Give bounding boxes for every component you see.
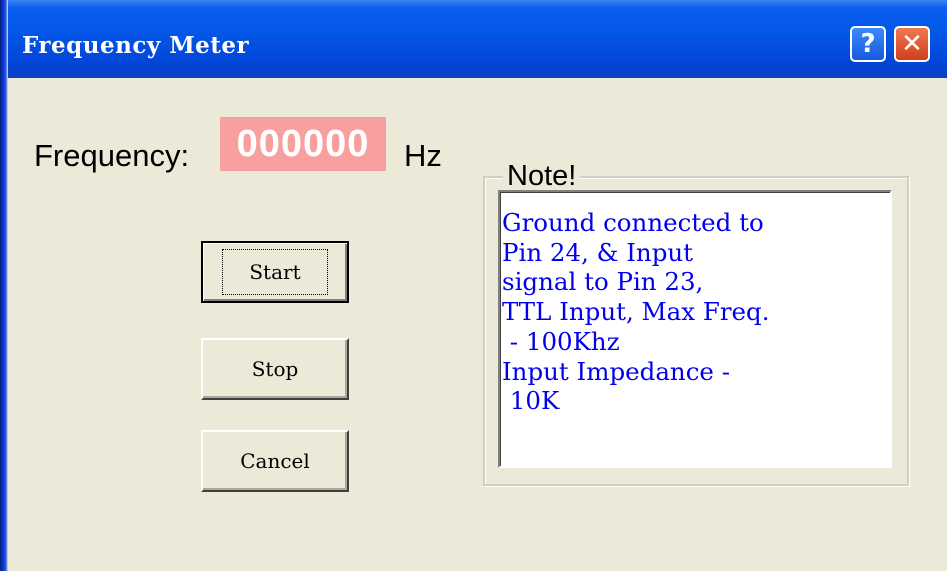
- title-bar[interactable]: Frequency Meter ? ✕: [0, 0, 947, 78]
- window-left-border: [0, 0, 8, 571]
- frequency-readout: 000000: [220, 117, 386, 171]
- note-text-area[interactable]: Ground connected to Pin 24, & Input sign…: [498, 190, 892, 468]
- stop-button[interactable]: Stop: [201, 338, 349, 400]
- help-icon: ?: [860, 29, 876, 59]
- close-icon: ✕: [901, 29, 923, 59]
- frequency-label: Frequency:: [34, 138, 190, 173]
- cancel-button-label: Cancel: [240, 449, 310, 473]
- note-groupbox-title: Note!: [503, 160, 581, 193]
- start-button[interactable]: Start: [201, 241, 349, 303]
- window-title: Frequency Meter: [22, 32, 250, 59]
- stop-button-label: Stop: [251, 357, 299, 381]
- frequency-unit-label: Hz: [404, 138, 442, 173]
- help-button[interactable]: ?: [850, 26, 886, 62]
- frequency-meter-dialog: Frequency Meter ? ✕ Frequency: 000000 Hz…: [0, 0, 947, 571]
- close-button[interactable]: ✕: [894, 26, 930, 62]
- cancel-button[interactable]: Cancel: [201, 430, 349, 492]
- start-button-label: Start: [222, 249, 328, 295]
